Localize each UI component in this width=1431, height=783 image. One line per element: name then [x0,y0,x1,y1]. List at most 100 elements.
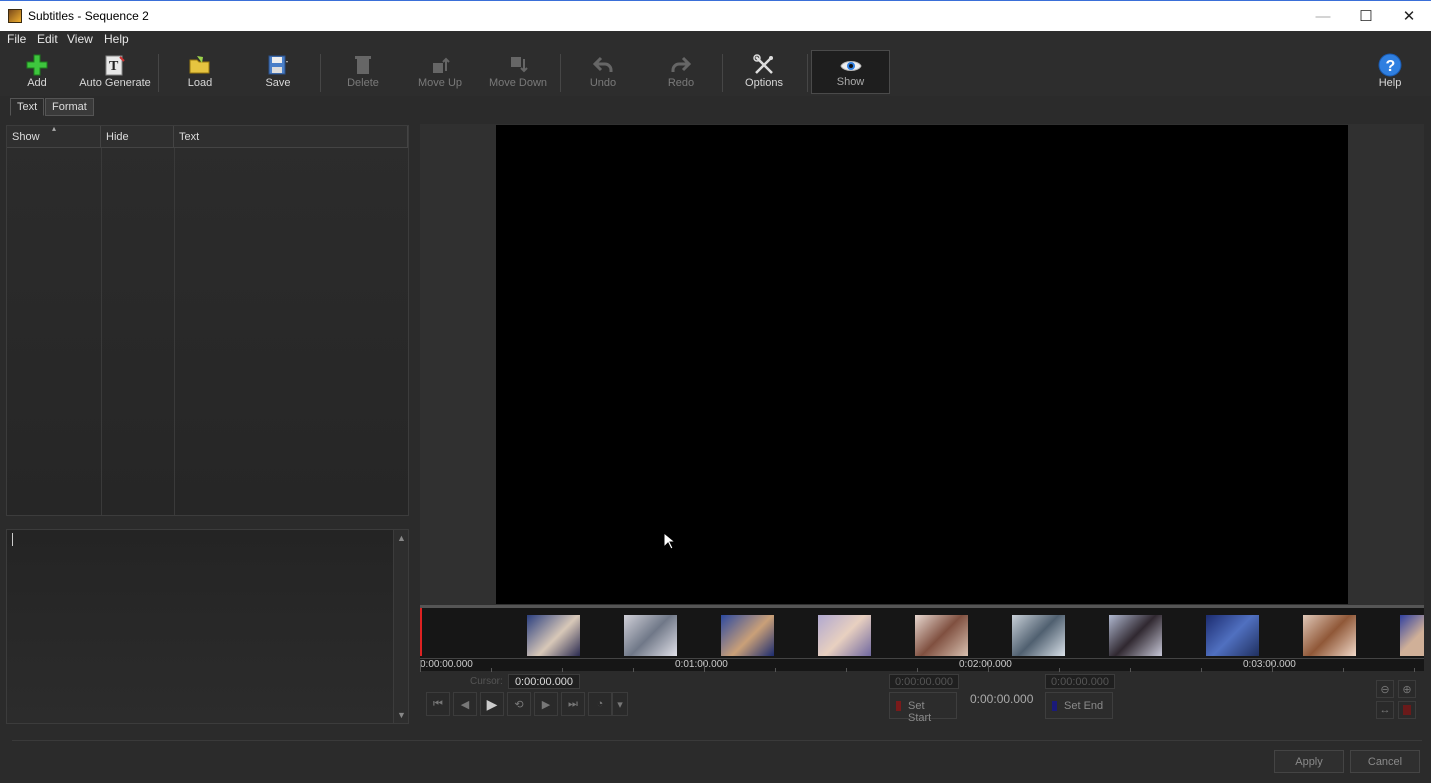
skip-forward-icon: ⏭ [568,697,578,710]
tab-format[interactable]: Format [45,98,94,116]
maximize-button[interactable]: ☐ [1344,1,1388,31]
zoom-in-button[interactable]: ⊕ [1398,680,1416,698]
undo-button[interactable]: Undo [582,50,624,94]
trash-icon [355,56,371,74]
end-time-field[interactable]: 0:00:00.000 [1045,674,1115,689]
play-icon: ▶ [486,695,498,712]
plus-icon [26,54,48,76]
toolbar-separator [320,54,321,92]
loop-button[interactable]: ⟲ [507,692,531,716]
zoom-in-icon: ⊕ [1402,683,1412,696]
show-button[interactable]: Show [811,50,890,94]
chevron-down-icon: ▾ [617,698,623,711]
timeline-thumbnail [624,615,677,656]
scroll-down-icon[interactable]: ▼ [397,710,406,720]
floppy-disk-icon [268,55,288,75]
auto-generate-button[interactable]: T Auto Generate [78,50,152,94]
window-title: Subtitles - Sequence 2 [28,9,149,23]
move-up-icon [433,57,450,73]
move-down-button[interactable]: Move Down [484,50,552,94]
set-end-button[interactable]: Set End [1045,692,1113,719]
timeline-thumbnail [1206,615,1259,656]
move-up-button[interactable]: Move Up [414,50,466,94]
timeline-thumbnail [818,615,871,656]
add-button[interactable]: Add [14,50,60,94]
options-button[interactable]: Options [742,50,786,94]
redo-icon [671,56,692,72]
step-back-button[interactable]: ◀ [453,692,477,716]
delete-button[interactable]: Delete [340,50,386,94]
timeline[interactable]: 0:00:00.000 0:01:00.000 0:02:00.000 0:03… [420,605,1424,672]
step-forward-button[interactable]: ▶ [534,692,558,716]
timeline-thumbnail [1109,615,1162,656]
timeline-thumbnail [915,615,968,656]
play-button[interactable]: ▶ [480,692,504,716]
tab-text[interactable]: Text [10,98,45,116]
start-time-field[interactable]: 0:00:00.000 [889,674,959,689]
fit-timeline-button[interactable]: ↔ [1376,701,1394,719]
help-icon: ? [1378,53,1402,77]
column-header-show[interactable]: Show ▴ [7,124,101,148]
redo-button[interactable]: Redo [660,50,702,94]
close-button[interactable]: ✕ [1387,1,1431,31]
ruler-tick [988,660,989,672]
move-down-icon [511,57,528,73]
zoom-selection-button[interactable] [1398,701,1416,719]
ruler-label: 0:01:00.000 [675,659,728,670]
toolbar-separator [807,54,808,92]
column-header-text[interactable]: Text [174,126,408,148]
column-header-hide[interactable]: Hide [101,126,174,148]
minimize-button[interactable]: — [1301,1,1345,31]
text-caret [12,533,13,546]
scroll-up-icon[interactable]: ▲ [397,533,406,543]
ruler-tick [704,660,705,672]
editor-scrollbar[interactable]: ▲ ▼ [393,530,408,723]
ruler-tick [1272,660,1273,672]
step-back-icon: ◀ [460,698,470,711]
jog-button[interactable]: ◔ [588,692,612,716]
apply-button[interactable]: Apply [1274,750,1344,773]
undo-icon [592,56,613,72]
load-button[interactable]: Load [180,50,220,94]
time-ruler[interactable]: 0:00:00.000 0:01:00.000 0:02:00.000 0:03… [420,658,1424,672]
mouse-cursor-icon [663,532,675,550]
ruler-label: 0:02:00.000 [959,659,1012,670]
text-document-icon: T [105,55,125,76]
video-preview[interactable] [496,125,1348,604]
bottom-separator [12,740,1422,741]
cursor-time-field[interactable]: 0:00:00.000 [508,674,580,689]
eye-icon [839,61,862,71]
menu-help[interactable]: Help [104,32,129,46]
selection-marker-icon [1403,705,1411,715]
timeline-thumbnail [1012,615,1065,656]
ruler-label: 0:03:00.000 [1243,659,1296,670]
subtitle-list[interactable]: Show ▴ Hide Text [6,124,409,516]
ruler-tick [420,660,421,672]
ruler-label: 0:00:00.000 [420,659,473,670]
save-button[interactable]: Save [256,50,300,94]
column-divider [174,148,175,515]
transport-controls: Cursor: 0:00:00.000 ⏮ ◀ ▶ ⟲ ▶ ⏭ ◔ ▾ 0:00… [420,672,1424,724]
title-bar: Subtitles - Sequence 2 — ☐ ✕ [0,0,1431,31]
go-to-end-button[interactable]: ⏭ [561,692,585,716]
menu-edit[interactable]: Edit [37,32,58,46]
cursor-label: Cursor: [470,676,503,687]
set-start-button[interactable]: Set Start [889,692,957,724]
go-to-start-button[interactable]: ⏮ [426,692,450,716]
skip-back-icon: ⏮ [433,697,443,710]
playhead[interactable] [420,608,422,656]
menu-view[interactable]: View [67,32,93,46]
subtitle-text-editor[interactable]: ▲ ▼ [6,529,409,724]
toolbar-separator [722,54,723,92]
svg-text:T: T [109,59,119,74]
zoom-out-button[interactable]: ⊖ [1376,680,1394,698]
toolbar-separator [158,54,159,92]
jog-dropdown-button[interactable]: ▾ [612,692,628,716]
toolbar-separator [560,54,561,92]
svg-text:?: ? [1386,58,1396,75]
menu-file[interactable]: File [7,32,26,46]
tools-icon [753,54,773,74]
cancel-button[interactable]: Cancel [1350,750,1420,773]
timeline-thumbnail [1303,615,1356,656]
help-button[interactable]: ? Help [1370,50,1410,94]
